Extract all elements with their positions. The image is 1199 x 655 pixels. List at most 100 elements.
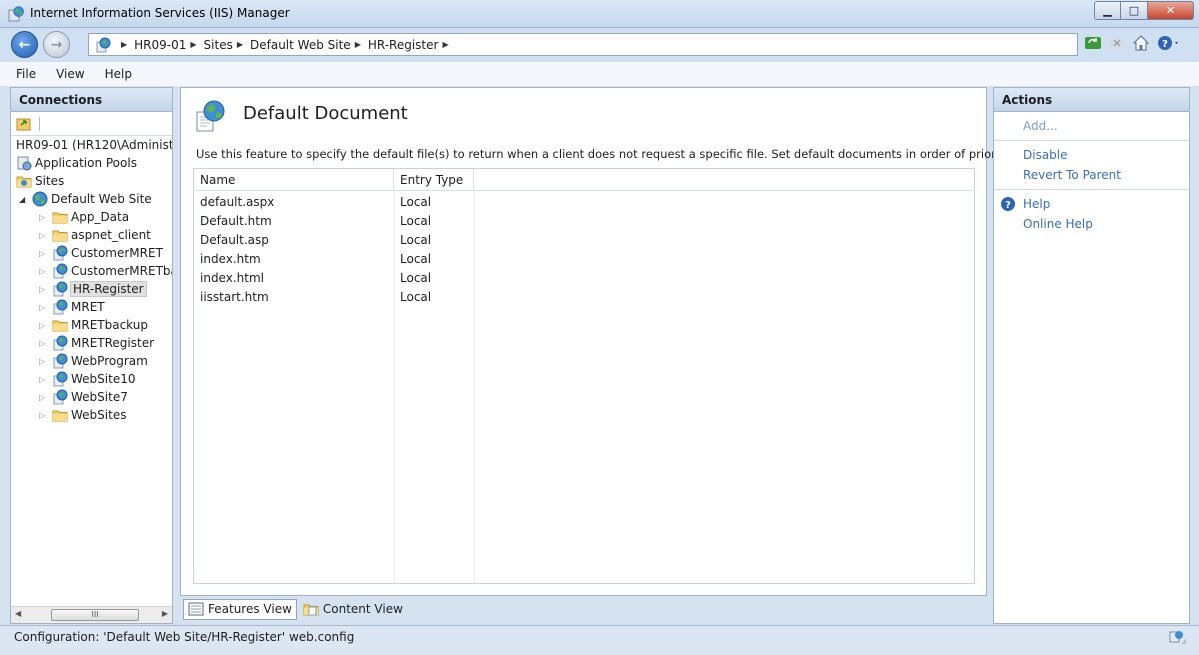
expand-arrow-icon[interactable]: ▷ [39, 321, 49, 330]
actions-pane: Actions Add... Disable Revert To Parent … [993, 87, 1190, 624]
breadcrumb-default-web-site[interactable]: Default Web Site [250, 38, 351, 52]
tree-item-server[interactable]: HR09-01 (HR120\Administrato [16, 136, 172, 154]
server-globe-icon [96, 37, 111, 52]
table-row[interactable]: Default.asp Local [194, 231, 974, 250]
maximize-button[interactable]: □ [1121, 1, 1148, 20]
add-action-link[interactable]: Add... [994, 116, 1189, 136]
tree-item-default-web-site[interactable]: ◢ Default Web Site [19, 190, 152, 208]
expand-arrow-icon[interactable]: ▷ [39, 213, 49, 222]
menu-file[interactable]: File [16, 67, 36, 81]
expand-arrow-icon[interactable]: ▷ [39, 357, 49, 366]
horizontal-scrollbar[interactable]: ◀ III ▶ [11, 606, 172, 623]
expand-arrow-icon[interactable]: ▷ [39, 411, 49, 420]
connections-pane: Connections HR09-01 (HR120\Administrato … [10, 87, 173, 624]
back-button[interactable]: ← [11, 31, 38, 58]
tree-item-mretbackup[interactable]: ▷ MRETbackup [39, 316, 148, 334]
table-row[interactable]: iisstart.htm Local [194, 288, 974, 307]
collapse-arrow-icon[interactable]: ◢ [19, 195, 29, 204]
window-title: Internet Information Services (IIS) Mana… [30, 6, 290, 20]
folder-icon [52, 230, 68, 242]
minimize-button[interactable]: ▁ [1094, 1, 1121, 20]
column-header-name[interactable]: Name [194, 169, 394, 191]
entry-type-cell: Local [400, 290, 432, 304]
svg-text:?: ? [1162, 39, 1168, 50]
help-dropdown-icon[interactable]: ? [1156, 34, 1182, 52]
breadcrumb-server[interactable]: HR09-01 [134, 38, 186, 52]
tree-item-websites[interactable]: ▷ WebSites [39, 406, 126, 424]
forward-button[interactable]: → [43, 31, 70, 58]
application-icon [53, 299, 68, 315]
tree-item-label: WebSites [71, 408, 127, 422]
tree-item-hr-register[interactable]: ▷ HR-Register [39, 280, 147, 298]
scrollbar-thumb[interactable]: III [51, 609, 139, 621]
tree-item-website7[interactable]: ▷ WebSite7 [39, 388, 128, 406]
tree-item-webprogram[interactable]: ▷ WebProgram [39, 352, 148, 370]
actions-header: Actions [994, 88, 1189, 112]
online-help-action-link[interactable]: Online Help [994, 214, 1189, 234]
tree-item-website10[interactable]: ▷ WebSite10 [39, 370, 135, 388]
tree-item-mret[interactable]: ▷ MRET [39, 298, 105, 316]
expand-arrow-icon[interactable]: ▷ [39, 267, 49, 276]
refresh-icon[interactable] [1084, 34, 1102, 52]
expand-arrow-icon[interactable]: ▷ [39, 249, 49, 258]
address-bar[interactable]: ▶ HR09-01 ▶ Sites ▶ Default Web Site ▶ HR-R… [88, 33, 1078, 56]
breadcrumb-separator-icon[interactable]: ▶ [190, 40, 196, 49]
tree-item-sites[interactable]: Sites [16, 172, 64, 190]
application-icon [53, 263, 68, 279]
help-icon: ? [1001, 197, 1015, 211]
features-view-icon [188, 602, 204, 616]
expand-arrow-icon[interactable]: ▷ [39, 393, 49, 402]
breadcrumb-separator-icon[interactable]: ▶ [442, 40, 448, 49]
help-action[interactable]: ? Help [994, 194, 1189, 214]
tree-item-mretregister[interactable]: ▷ MRETRegister [39, 334, 154, 352]
breadcrumb-separator-icon[interactable]: ▶ [355, 40, 361, 49]
expand-arrow-icon[interactable]: ▷ [39, 303, 49, 312]
expand-arrow-icon[interactable]: ▷ [39, 375, 49, 384]
connect-icon[interactable] [15, 115, 33, 133]
tree-item-label: aspnet_client [71, 228, 151, 242]
tree-item-label: Default Web Site [51, 192, 152, 206]
table-row[interactable]: index.html Local [194, 269, 974, 288]
actions-section-help: ? Help Online Help [994, 190, 1189, 238]
breadcrumb-separator-icon[interactable]: ▶ [237, 40, 243, 49]
tree-item-customermretbac[interactable]: ▷ CustomerMRETbac [39, 262, 172, 280]
tree-item-aspnet-client[interactable]: ▷ aspnet_client [39, 226, 151, 244]
scroll-right-icon[interactable]: ▶ [162, 609, 168, 618]
column-header-entry-type[interactable]: Entry Type [394, 169, 474, 191]
expand-arrow-icon[interactable]: ▷ [39, 339, 49, 348]
disable-action-link[interactable]: Disable [994, 145, 1189, 165]
connections-header: Connections [11, 88, 172, 112]
content-view-tab[interactable]: Content View [299, 599, 407, 620]
stop-icon[interactable] [1108, 34, 1126, 52]
entry-type-cell: Local [400, 252, 432, 266]
breadcrumb-hr-register[interactable]: HR-Register [368, 38, 439, 52]
tree-item-label: Sites [35, 174, 65, 188]
scroll-left-icon[interactable]: ◀ [15, 609, 21, 618]
tree-item-app-data[interactable]: ▷ App_Data [39, 208, 129, 226]
table-row[interactable]: default.aspx Local [194, 193, 974, 212]
menu-bar: File View Help [0, 62, 1199, 86]
menu-view[interactable]: View [56, 67, 84, 81]
expand-arrow-icon[interactable]: ▷ [39, 285, 49, 294]
revert-to-parent-action-link[interactable]: Revert To Parent [994, 165, 1189, 185]
help-action-label: Help [1023, 197, 1051, 211]
folder-icon [52, 410, 68, 422]
tree-item-label: Application Pools [35, 156, 137, 170]
tree-item-label: MRETRegister [71, 336, 155, 350]
tree-item-label: WebProgram [71, 354, 148, 368]
close-button[interactable]: ✕ [1148, 1, 1194, 20]
entry-type-cell: Local [400, 233, 432, 247]
table-row[interactable]: Default.htm Local [194, 212, 974, 231]
menu-help[interactable]: Help [105, 67, 132, 81]
breadcrumb-sites[interactable]: Sites [204, 38, 233, 52]
table-row[interactable]: index.htm Local [194, 250, 974, 269]
home-icon[interactable] [1132, 34, 1150, 52]
feature-content-pane: Default Document Use this feature to spe… [180, 87, 1012, 596]
breadcrumb-separator-icon[interactable]: ▶ [121, 40, 127, 49]
connection-status-icon [1169, 631, 1186, 644]
expand-arrow-icon[interactable]: ▷ [39, 231, 49, 240]
tree-item-application-pools[interactable]: Application Pools [16, 154, 137, 172]
features-view-tab[interactable]: Features View [183, 598, 297, 620]
page-title: Default Document [243, 103, 408, 124]
tree-item-customermret[interactable]: ▷ CustomerMRET [39, 244, 163, 262]
